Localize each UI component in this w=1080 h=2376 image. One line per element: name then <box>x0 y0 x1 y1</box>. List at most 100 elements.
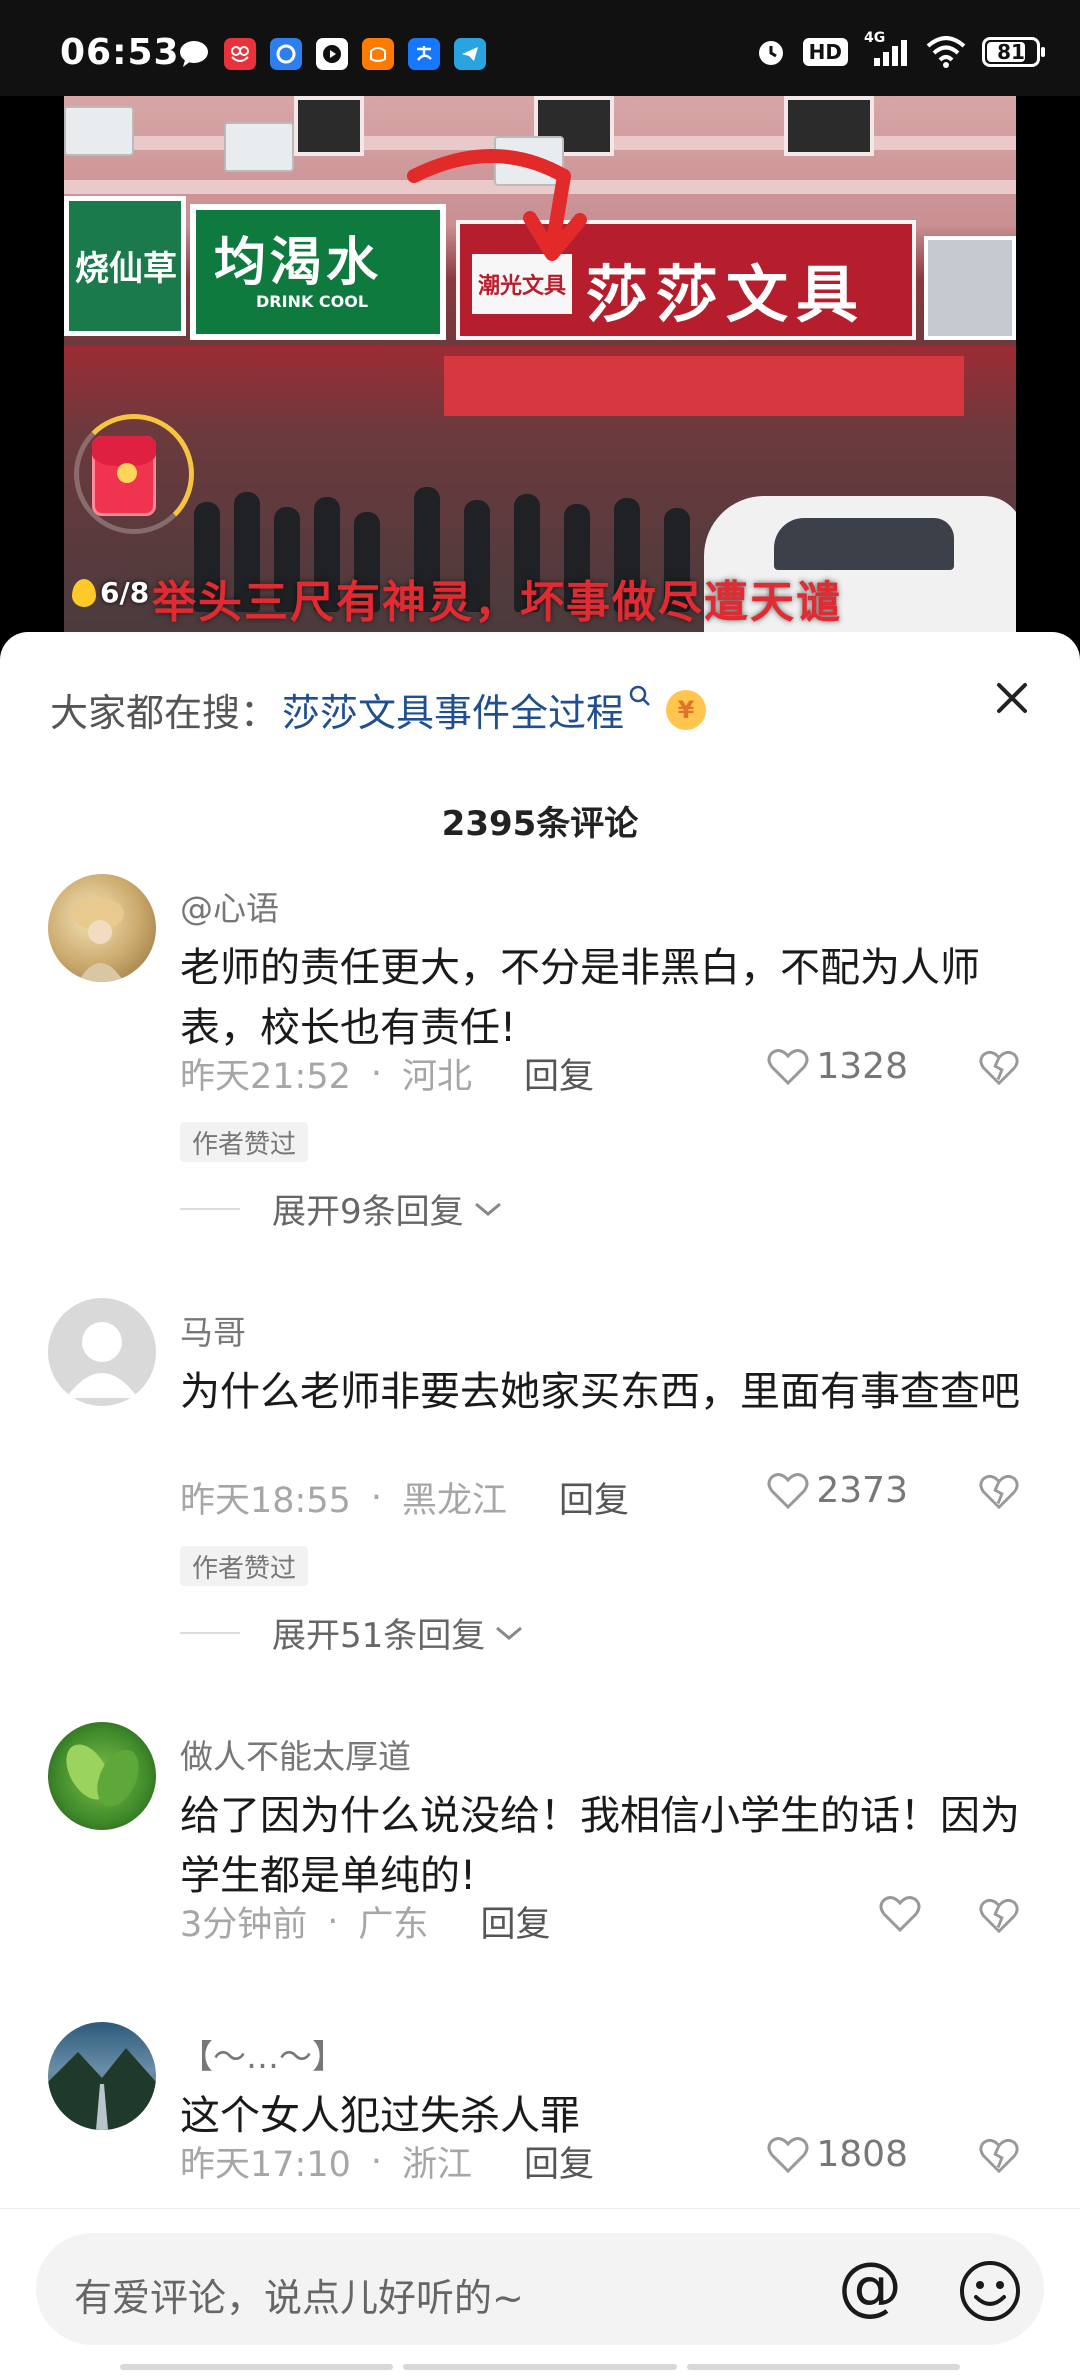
like-button[interactable]: 1808 <box>766 2134 908 2175</box>
like-button[interactable] <box>878 1894 928 1934</box>
coin-reward-icon: ¥ <box>666 689 707 730</box>
heart-icon <box>767 2136 809 2173</box>
comment-item: @心语 老师的责任更大，不分是非黑白，不配为人师表，校长也有责任! 昨天21:5… <box>0 874 1080 1232</box>
comment-count: 2395条评论 <box>441 804 639 844</box>
comment-text: 老师的责任更大，不分是非黑白，不配为人师表，校长也有责任! <box>180 945 980 1051</box>
reply-button[interactable]: 回复 <box>524 2136 594 2187</box>
wifi-icon <box>926 36 966 68</box>
comment-username[interactable]: 做人不能太厚道 <box>180 1730 411 1778</box>
comment-location: 河北 <box>402 1057 473 1097</box>
comment-item: 【～…～】 这个女人犯过失杀人罪 昨天17:10 · 浙江 回复 1808 <box>0 2022 1080 2222</box>
red-packet-icon <box>92 436 156 516</box>
air-conditioner <box>224 122 294 172</box>
comment-username[interactable]: 【～…～】 <box>180 2030 345 2078</box>
video-app-icon <box>316 38 348 70</box>
smiley-icon <box>960 2261 1020 2321</box>
broken-heart-icon <box>979 1474 1019 1510</box>
like-count: 1808 <box>816 2134 908 2175</box>
search-icon <box>628 684 652 715</box>
like-button[interactable]: 2373 <box>766 1470 908 1511</box>
chat-bubble-icon <box>178 38 210 70</box>
chevron-down-icon <box>474 1202 501 1216</box>
reward-counter: 6/8 <box>72 576 149 609</box>
comment-location: 黑龙江 <box>402 1481 508 1521</box>
comment-meta: 昨天21:52 · 河北 回复 <box>180 1048 594 1099</box>
dislike-button[interactable] <box>978 2136 1020 2180</box>
comment-input-placeholder: 有爱评论，说点儿好听的~ <box>74 2276 524 2320</box>
comment-time: 3分钟前 <box>180 1905 308 1945</box>
trending-search-label: 大家都在搜： <box>50 691 279 735</box>
shopping-app-icon <box>224 38 256 70</box>
shop-sign-right <box>924 236 1016 340</box>
red-arrow-icon <box>407 149 587 261</box>
avatar[interactable] <box>48 1722 156 1830</box>
dislike-button[interactable] <box>978 1896 1020 1940</box>
reply-button[interactable]: 回复 <box>480 1896 550 1947</box>
taobao-icon <box>362 38 394 70</box>
comment-username[interactable]: 马哥 <box>180 1306 246 1354</box>
expand-replies-button[interactable]: 展开9条回复 <box>180 1184 504 1233</box>
mention-button[interactable]: @ <box>838 2255 902 2319</box>
comment-input[interactable]: 有爱评论，说点儿好听的~ @ <box>36 2233 1044 2345</box>
like-count: 2373 <box>816 1470 908 1511</box>
system-status: HD 4G 81 <box>755 30 1045 68</box>
alipay-icon <box>408 38 440 70</box>
comment-username[interactable]: @心语 <box>180 882 279 930</box>
author-liked-badge: 作者赞过 <box>180 1546 309 1586</box>
reply-button[interactable]: 回复 <box>524 1048 594 1099</box>
author-liked-badge: 作者赞过 <box>180 1122 309 1162</box>
dislike-button[interactable] <box>978 1048 1020 1092</box>
avatar[interactable] <box>48 1298 156 1406</box>
air-conditioner <box>64 106 134 156</box>
broken-heart-icon <box>979 1050 1019 1086</box>
video-player[interactable]: 烧仙草 均渴水 DRINK COOL 潮光文具 莎莎文具 6/8 举头三尺有神灵… <box>64 96 1016 636</box>
emoji-button[interactable] <box>958 2259 1022 2327</box>
comment-input-bar: 有爱评论，说点儿好听的~ @ <box>0 2208 1080 2376</box>
hd-icon: HD <box>802 36 848 68</box>
close-button[interactable] <box>984 670 1040 726</box>
browser-app-icon <box>270 38 302 70</box>
heart-icon <box>767 1048 809 1085</box>
battery-indicator: 81 <box>982 37 1045 67</box>
like-button[interactable]: 1328 <box>766 1046 908 1087</box>
comment-time: 昨天17:10 <box>180 2145 351 2185</box>
building-window <box>784 96 874 156</box>
red-packet-reward[interactable] <box>74 414 194 534</box>
comment-text: 为什么老师非要去她家买东西，里面有事查查吧 <box>180 1369 1020 1415</box>
dislike-button[interactable] <box>978 1472 1020 1516</box>
comment-location: 浙江 <box>402 2145 473 2185</box>
trending-search-link[interactable]: 莎莎文具事件全过程 <box>282 682 624 737</box>
comment-item: 做人不能太厚道 给了因为什么说没给！我相信小学生的话！因为学生都是单纯的! 3分… <box>0 1722 1080 1945</box>
heart-icon <box>879 1896 921 1933</box>
expand-replies-button[interactable]: 展开51条回复 <box>180 1608 525 1657</box>
comment-meta: 昨天18:55 · 黑龙江 回复 <box>180 1472 629 1523</box>
broken-heart-icon <box>979 2138 1019 2174</box>
comment-meta: 3分钟前 · 广东 回复 <box>180 1896 550 1947</box>
storefront-banner <box>444 356 964 416</box>
trending-search[interactable]: 大家都在搜： 莎莎文具事件全过程 ¥ <box>50 682 707 737</box>
status-time: 06:53 <box>60 32 180 73</box>
comment-item: 马哥 为什么老师非要去她家买东西，里面有事查查吧 昨天18:55 · 黑龙江 回… <box>0 1298 1080 1656</box>
telegram-icon <box>454 38 486 70</box>
reply-button[interactable]: 回复 <box>559 1472 629 1523</box>
comment-text: 给了因为什么说没给！我相信小学生的话！因为学生都是单纯的! <box>180 1793 1020 1899</box>
comment-time: 昨天18:55 <box>180 1481 351 1521</box>
comment-meta: 昨天17:10 · 浙江 回复 <box>180 2136 594 2187</box>
alarm-icon <box>755 36 787 68</box>
broken-heart-icon <box>979 1898 1019 1934</box>
heart-icon <box>767 1472 809 1509</box>
status-bar: 06:53 HD 4G 81 <box>0 0 1080 96</box>
building-window <box>294 96 364 156</box>
avatar[interactable] <box>48 874 156 982</box>
cellular-signal-icon: 4G <box>864 30 910 68</box>
avatar[interactable] <box>48 2022 156 2130</box>
video-caption: 举头三尺有神灵，坏事做尽遭天谴 <box>152 577 842 628</box>
shop-sign-left: 烧仙草 <box>64 196 186 336</box>
like-count: 1328 <box>816 1046 908 1087</box>
close-icon <box>997 683 1027 713</box>
chevron-down-icon <box>496 1626 523 1640</box>
notification-icons <box>178 38 486 70</box>
gesture-bar <box>120 2364 960 2370</box>
golden-egg-icon <box>72 578 96 607</box>
comment-time: 昨天21:52 <box>180 1057 351 1097</box>
